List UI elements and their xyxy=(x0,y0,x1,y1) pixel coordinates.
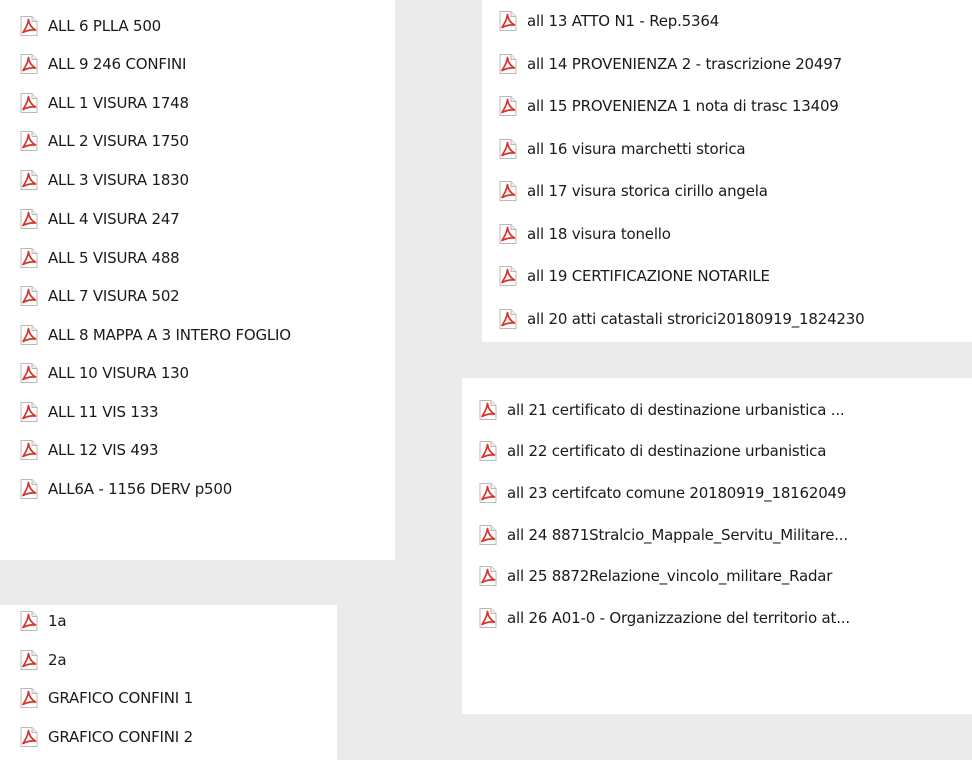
file-item[interactable]: all 25 8872Relazione_vincolo_militare_Ra… xyxy=(477,562,832,590)
pdf-file-icon xyxy=(497,53,519,75)
file-name: all 15 PROVENIENZA 1 nota di trasc 13409 xyxy=(527,97,839,115)
file-name: ALL 9 246 CONFINI xyxy=(48,55,187,73)
file-name: all 21 certificato di destinazione urban… xyxy=(507,401,845,419)
pdf-file-icon xyxy=(497,10,519,32)
pdf-file-icon xyxy=(18,324,40,346)
file-item[interactable]: all 13 ATTO N1 - Rep.5364 xyxy=(497,7,719,35)
file-name: all 16 visura marchetti storica xyxy=(527,140,746,158)
file-item[interactable]: GRAFICO CONFINI 1 xyxy=(18,684,193,712)
file-item[interactable]: all 19 CERTIFICAZIONE NOTARILE xyxy=(497,262,770,290)
file-name: 1a xyxy=(48,612,67,630)
file-item[interactable]: ALL 8 MAPPA A 3 INTERO FOGLIO xyxy=(18,321,291,349)
file-name: ALL 7 VISURA 502 xyxy=(48,287,180,305)
file-item[interactable]: ALL 1 VISURA 1748 xyxy=(18,89,189,117)
file-item[interactable]: ALL 2 VISURA 1750 xyxy=(18,127,189,155)
file-name: GRAFICO CONFINI 1 xyxy=(48,689,193,707)
file-name: all 17 visura storica cirillo angela xyxy=(527,182,768,200)
file-name: ALL 8 MAPPA A 3 INTERO FOGLIO xyxy=(48,326,291,344)
file-item[interactable]: 1a xyxy=(18,607,67,635)
file-item[interactable]: all 18 visura tonello xyxy=(497,220,671,248)
pdf-file-icon xyxy=(497,95,519,117)
file-item[interactable]: ALL 11 VIS 133 xyxy=(18,398,159,426)
file-item[interactable]: ALL6A - 1156 DERV p500 xyxy=(18,475,232,503)
file-item[interactable]: all 23 certifcato comune 20180919_181620… xyxy=(477,479,846,507)
file-item[interactable]: all 17 visura storica cirillo angela xyxy=(497,177,768,205)
pdf-file-icon xyxy=(497,138,519,160)
file-name: ALL 2 VISURA 1750 xyxy=(48,132,189,150)
file-item[interactable]: all 26 A01-0 - Organizzazione del territ… xyxy=(477,604,850,632)
file-item[interactable]: all 21 certificato di destinazione urban… xyxy=(477,396,845,424)
pdf-file-icon xyxy=(18,247,40,269)
pdf-file-icon xyxy=(18,687,40,709)
file-item[interactable]: ALL 10 VISURA 130 xyxy=(18,359,189,387)
file-item[interactable]: all 14 PROVENIENZA 2 - trascrizione 2049… xyxy=(497,50,842,78)
file-name: ALL6A - 1156 DERV p500 xyxy=(48,480,233,498)
pdf-file-icon xyxy=(477,607,499,629)
file-item[interactable]: all 15 PROVENIENZA 1 nota di trasc 13409 xyxy=(497,92,839,120)
pdf-file-icon xyxy=(18,362,40,384)
file-item[interactable]: ALL 7 VISURA 502 xyxy=(18,282,180,310)
pdf-file-icon xyxy=(18,130,40,152)
pdf-file-icon xyxy=(18,726,40,748)
pdf-file-icon xyxy=(477,565,499,587)
pdf-file-icon xyxy=(18,15,40,37)
file-item[interactable]: all 24 8871Stralcio_Mappale_Servitu_Mili… xyxy=(477,521,848,549)
file-name: ALL 11 VIS 133 xyxy=(48,403,159,421)
file-name: ALL 4 VISURA 247 xyxy=(48,210,180,228)
pdf-file-icon xyxy=(497,180,519,202)
pdf-file-icon xyxy=(477,482,499,504)
file-item[interactable]: ALL 6 PLLA 500 xyxy=(18,12,161,40)
pdf-file-icon xyxy=(18,169,40,191)
file-name: all 18 visura tonello xyxy=(527,225,671,243)
file-item[interactable]: ALL 4 VISURA 247 xyxy=(18,205,180,233)
file-name: ALL 12 VIS 493 xyxy=(48,441,159,459)
file-name: all 22 certificato di destinazione urban… xyxy=(507,442,827,460)
pdf-file-icon xyxy=(18,92,40,114)
file-item[interactable]: ALL 12 VIS 493 xyxy=(18,436,159,464)
file-name: ALL 3 VISURA 1830 xyxy=(48,171,189,189)
pdf-file-icon xyxy=(18,610,40,632)
pdf-file-icon xyxy=(477,524,499,546)
pdf-file-icon xyxy=(497,265,519,287)
file-name: all 19 CERTIFICAZIONE NOTARILE xyxy=(527,267,770,285)
file-item[interactable]: all 22 certificato di destinazione urban… xyxy=(477,437,826,465)
pdf-file-icon xyxy=(18,53,40,75)
file-name: all 25 8872Relazione_vincolo_militare_Ra… xyxy=(507,567,833,585)
pdf-file-icon xyxy=(18,439,40,461)
file-item[interactable]: 2a xyxy=(18,646,67,674)
file-name: 2a xyxy=(48,651,67,669)
file-name: all 26 A01-0 - Organizzazione del territ… xyxy=(507,609,850,627)
pdf-file-icon xyxy=(18,285,40,307)
pdf-file-icon xyxy=(18,649,40,671)
pdf-file-icon xyxy=(497,223,519,245)
file-name: all 20 atti catastali strorici20180919_1… xyxy=(527,310,865,328)
file-item[interactable]: GRAFICO CONFINI 2 xyxy=(18,723,193,751)
file-item[interactable]: ALL 9 246 CONFINI xyxy=(18,50,186,78)
file-name: all 24 8871Stralcio_Mappale_Servitu_Mili… xyxy=(507,526,848,544)
file-item[interactable]: all 20 atti catastali strorici20180919_1… xyxy=(497,305,865,333)
file-name: all 13 ATTO N1 - Rep.5364 xyxy=(527,12,720,30)
file-name: ALL 10 VISURA 130 xyxy=(48,364,189,382)
file-item[interactable]: ALL 3 VISURA 1830 xyxy=(18,166,189,194)
file-item[interactable]: all 16 visura marchetti storica xyxy=(497,135,746,163)
file-item[interactable]: ALL 5 VISURA 488 xyxy=(18,244,180,272)
file-name: ALL 5 VISURA 488 xyxy=(48,249,180,267)
pdf-file-icon xyxy=(477,440,499,462)
file-name: GRAFICO CONFINI 2 xyxy=(48,728,193,746)
pdf-file-icon xyxy=(18,478,40,500)
pdf-file-icon xyxy=(18,208,40,230)
pdf-file-icon xyxy=(18,401,40,423)
file-name: all 23 certifcato comune 20180919_181620… xyxy=(507,484,847,502)
file-name: ALL 1 VISURA 1748 xyxy=(48,94,189,112)
file-name: ALL 6 PLLA 500 xyxy=(48,17,162,35)
pdf-file-icon xyxy=(497,308,519,330)
pdf-file-icon xyxy=(477,399,499,421)
file-name: all 14 PROVENIENZA 2 - trascrizione 2049… xyxy=(527,55,842,73)
